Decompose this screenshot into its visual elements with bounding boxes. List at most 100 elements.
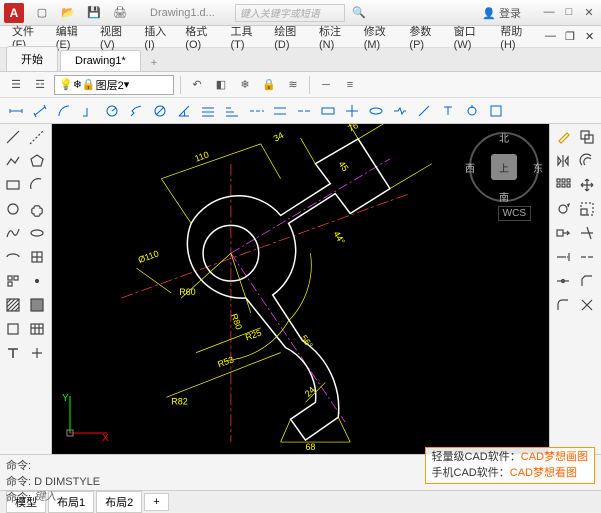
rotate-tool-icon[interactable]: [552, 198, 574, 220]
command-input[interactable]: [34, 491, 595, 503]
minimize-icon[interactable]: —: [541, 6, 557, 19]
layer-manager-icon[interactable]: ☰: [6, 75, 26, 95]
region-tool-icon[interactable]: [2, 318, 24, 340]
menu-dim[interactable]: 标注(N): [313, 21, 354, 53]
linetype-icon[interactable]: ─: [316, 75, 336, 95]
watermark: 轻量级CAD软件：CAD梦想画图 手机CAD软件：CAD梦想看图: [425, 447, 595, 484]
block-tool-icon[interactable]: [2, 270, 24, 292]
doc-close-icon[interactable]: ✕: [579, 28, 595, 45]
dim-edit-icon[interactable]: [414, 101, 434, 121]
menu-param[interactable]: 参数(P): [403, 21, 443, 53]
copy-tool-icon[interactable]: [576, 126, 598, 148]
move-tool-icon[interactable]: [576, 174, 598, 196]
hatch-tool-icon[interactable]: [2, 294, 24, 316]
dim-center-icon[interactable]: [342, 101, 362, 121]
close-icon[interactable]: ✕: [581, 6, 597, 19]
menu-window[interactable]: 窗口(W): [448, 21, 491, 53]
qat-open-icon[interactable]: 📂: [58, 3, 78, 23]
dim-r53: R53: [216, 354, 235, 369]
dim-style-icon[interactable]: [486, 101, 506, 121]
dim-update-icon[interactable]: [462, 101, 482, 121]
layer-states-icon[interactable]: ☲: [30, 75, 50, 95]
table-tool-icon[interactable]: [26, 318, 48, 340]
mtext-tool-icon[interactable]: [2, 342, 24, 364]
layer-lock-icon[interactable]: 🔒: [259, 75, 279, 95]
menu-modify[interactable]: 修改(M): [358, 21, 400, 53]
lineweight-icon[interactable]: ≡: [340, 75, 360, 95]
dim-ordinate-icon[interactable]: [78, 101, 98, 121]
polygon-tool-icon[interactable]: [26, 150, 48, 172]
arc-tool-icon[interactable]: [26, 174, 48, 196]
join-tool-icon[interactable]: [552, 270, 574, 292]
menu-view[interactable]: 视图(V): [94, 21, 134, 53]
maximize-icon[interactable]: □: [561, 6, 577, 19]
offset-tool-icon[interactable]: [576, 150, 598, 172]
dim-tolerance-icon[interactable]: [318, 101, 338, 121]
revcloud-tool-icon[interactable]: [26, 198, 48, 220]
qat-new-icon[interactable]: ▢: [32, 3, 52, 23]
circle-tool-icon[interactable]: [2, 198, 24, 220]
pline-tool-icon[interactable]: [2, 150, 24, 172]
menu-help[interactable]: 帮助(H): [494, 21, 535, 53]
ellipse-tool-icon[interactable]: [26, 222, 48, 244]
scale-tool-icon[interactable]: [576, 198, 598, 220]
layer-iso-icon[interactable]: ◧: [211, 75, 231, 95]
search-icon[interactable]: 🔍: [349, 3, 369, 23]
break-tool-icon[interactable]: [576, 246, 598, 268]
dim-space-icon[interactable]: [270, 101, 290, 121]
array-tool-icon[interactable]: [552, 174, 574, 196]
line-tool-icon[interactable]: [2, 126, 24, 148]
doc-minimize-icon[interactable]: —: [539, 28, 555, 45]
dim-linear-icon[interactable]: [6, 101, 26, 121]
mirror-tool-icon[interactable]: [552, 150, 574, 172]
addselected-tool-icon[interactable]: [26, 342, 48, 364]
trim-tool-icon[interactable]: [576, 222, 598, 244]
ellipsearc-tool-icon[interactable]: [2, 246, 24, 268]
command-panel[interactable]: 命令: 命令: D DIMSTYLE 命令: 轻量级CAD软件：CAD梦想画图 …: [0, 454, 601, 490]
menu-insert[interactable]: 插入(I): [138, 21, 175, 53]
erase-tool-icon[interactable]: [552, 126, 574, 148]
point-tool-icon[interactable]: [26, 270, 48, 292]
menu-tools[interactable]: 工具(T): [224, 21, 264, 53]
spline-tool-icon[interactable]: [2, 222, 24, 244]
login-button[interactable]: 👤 登录: [482, 5, 521, 21]
tab-drawing1[interactable]: Drawing1*: [60, 50, 141, 71]
dim-arc-icon[interactable]: [54, 101, 74, 121]
chamfer-tool-icon[interactable]: [576, 270, 598, 292]
drawing-canvas[interactable]: 110 34 76 45 44° 56° Ø110 R60 R80 R25 R5…: [52, 124, 549, 454]
gradient-tool-icon[interactable]: [26, 294, 48, 316]
dim-diameter-icon[interactable]: [150, 101, 170, 121]
dim-aligned-icon[interactable]: [30, 101, 50, 121]
dim-radius-icon[interactable]: [102, 101, 122, 121]
dim-angular-icon[interactable]: [174, 101, 194, 121]
wcs-label[interactable]: WCS: [498, 206, 531, 221]
explode-tool-icon[interactable]: [576, 294, 598, 316]
layer-dropdown[interactable]: 💡❄🔒 图层2 ▾: [54, 75, 174, 95]
insert-tool-icon[interactable]: [26, 246, 48, 268]
dim-quick-icon[interactable]: [198, 101, 218, 121]
qat-save-icon[interactable]: 💾: [84, 3, 104, 23]
view-cube[interactable]: 上 北 南 西 东: [469, 132, 539, 202]
help-search-input[interactable]: 键入关键字或短语: [235, 4, 345, 22]
menu-draw[interactable]: 绘图(D): [268, 21, 309, 53]
menu-format[interactable]: 格式(O): [179, 21, 220, 53]
tab-add-button[interactable]: +: [143, 55, 165, 71]
dim-continue-icon[interactable]: [246, 101, 266, 121]
tab-start[interactable]: 开始: [6, 46, 58, 71]
fillet-tool-icon[interactable]: [552, 294, 574, 316]
qat-print-icon[interactable]: 🖨: [110, 3, 130, 23]
stretch-tool-icon[interactable]: [552, 222, 574, 244]
dim-baseline-icon[interactable]: [222, 101, 242, 121]
extend-tool-icon[interactable]: [552, 246, 574, 268]
dim-jogline-icon[interactable]: [390, 101, 410, 121]
dim-break-icon[interactable]: [294, 101, 314, 121]
layer-match-icon[interactable]: ≋: [283, 75, 303, 95]
doc-restore-icon[interactable]: ❐: [559, 28, 575, 45]
layer-prev-icon[interactable]: ↶: [187, 75, 207, 95]
dim-inspect-icon[interactable]: [366, 101, 386, 121]
dim-jogged-icon[interactable]: [126, 101, 146, 121]
rectangle-tool-icon[interactable]: [2, 174, 24, 196]
xline-tool-icon[interactable]: [26, 126, 48, 148]
layer-freeze-icon[interactable]: ❄: [235, 75, 255, 95]
dim-tedit-icon[interactable]: [438, 101, 458, 121]
